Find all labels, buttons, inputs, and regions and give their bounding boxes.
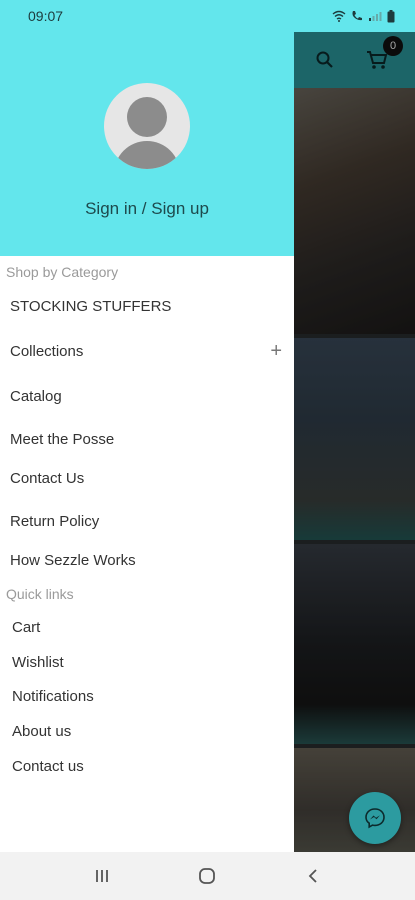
quick-link-about-us[interactable]: About us — [0, 714, 294, 749]
messenger-button[interactable] — [349, 792, 401, 844]
menu-item-stocking-stuffers[interactable]: STOCKING STUFFERS — [0, 288, 294, 324]
menu-item-collections[interactable]: Collections + — [0, 324, 294, 378]
recent-apps-icon[interactable] — [93, 867, 111, 885]
quick-link-cart[interactable]: Cart — [0, 610, 294, 645]
status-bar: 09:07 — [0, 0, 415, 32]
system-navigation-bar — [0, 852, 415, 900]
menu-item-how-sezzle-works[interactable]: How Sezzle Works — [0, 542, 294, 578]
menu-item-label: Return Policy — [10, 512, 100, 530]
menu-item-contact-us[interactable]: Contact Us — [0, 460, 294, 496]
menu-item-meet-the-posse[interactable]: Meet the Posse — [0, 414, 294, 460]
back-icon[interactable] — [304, 867, 322, 885]
call-icon — [352, 11, 362, 21]
sign-in-link[interactable]: Sign in / Sign up — [85, 199, 209, 219]
menu-item-label: Catalog — [10, 387, 62, 405]
menu-item-catalog[interactable]: Catalog — [0, 378, 294, 414]
wifi-icon — [332, 10, 346, 22]
avatar-body — [114, 141, 180, 169]
expand-icon[interactable]: + — [270, 340, 282, 363]
messenger-icon — [365, 808, 385, 829]
category-list: STOCKING STUFFERS Collections + Catalog … — [0, 288, 294, 578]
home-icon[interactable] — [197, 866, 217, 886]
status-time: 09:07 — [28, 8, 64, 24]
signal-icon — [369, 12, 382, 21]
quick-link-notifications[interactable]: Notifications — [0, 680, 294, 714]
quick-links-list: Cart Wishlist Notifications About us Con… — [0, 610, 294, 784]
quick-link-contact-us[interactable]: Contact us — [0, 749, 294, 784]
category-heading: Shop by Category — [6, 264, 119, 280]
quick-link-wishlist[interactable]: Wishlist — [0, 645, 294, 680]
menu-item-label: How Sezzle Works — [10, 551, 136, 569]
avatar-head — [127, 97, 167, 137]
menu-item-label: STOCKING STUFFERS — [10, 297, 172, 315]
avatar-icon[interactable] — [104, 83, 190, 169]
battery-icon — [387, 9, 395, 22]
drawer-header: Sign in / Sign up — [0, 32, 294, 256]
navigation-drawer: Sign in / Sign up Shop by Category STOCK… — [0, 32, 294, 852]
menu-item-label: Contact Us — [10, 469, 85, 487]
quick-links-heading: Quick links — [6, 586, 74, 602]
menu-item-return-policy[interactable]: Return Policy — [0, 496, 294, 542]
menu-item-label: Meet the Posse — [10, 430, 115, 448]
status-icons — [332, 9, 395, 23]
menu-item-label: Collections — [10, 342, 84, 360]
